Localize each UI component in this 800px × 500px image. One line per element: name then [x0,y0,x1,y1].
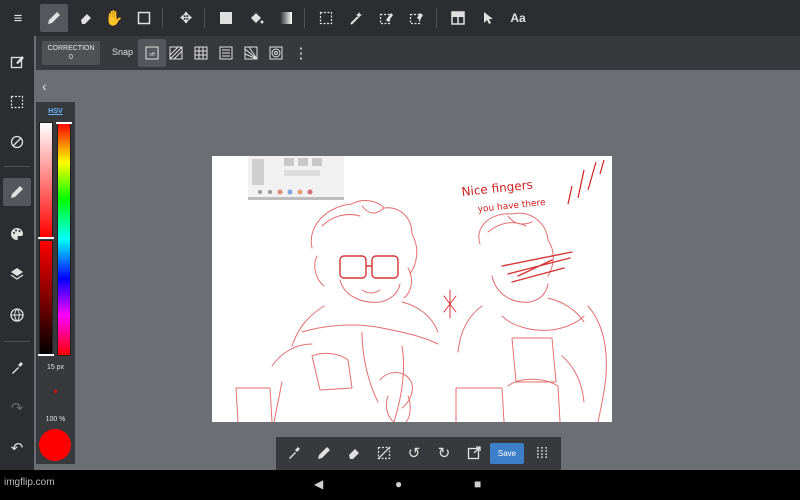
canvas-sketch: Nice fingers you have there [235,156,607,422]
snap-grid-icon[interactable] [187,39,215,67]
snap-parallel-icon[interactable] [162,39,190,67]
hue-marker [56,122,72,124]
frame-icon[interactable] [444,4,472,32]
more-options-icon[interactable]: ⋮ [287,39,315,67]
eraser-quick-icon[interactable] [340,439,368,467]
svg-text:off: off [149,52,155,58]
brush-size-label[interactable]: 15 px [36,364,75,371]
value-slider[interactable] [39,240,53,356]
saturation-marker [38,237,54,239]
system-nav-bar: ◀ ● ■ [0,470,800,500]
brush-preview-dot [54,390,57,393]
select-eraser-icon[interactable] [402,4,430,32]
redo-quick-icon[interactable]: ↻ [430,439,458,467]
materials-icon[interactable] [3,301,31,329]
bottom-toolbar: ↺ ↻ Save ⁞⁞⁞ [276,437,561,470]
undo-icon[interactable]: ↶ [3,434,31,462]
drawing-canvas[interactable]: Nice fingers you have there [212,156,612,422]
annotation-line-2: you have there [477,198,546,215]
edit-icon[interactable] [3,48,31,76]
correction-label: CORRECTION [47,45,95,52]
palette-icon[interactable] [3,220,31,248]
opacity-label[interactable]: 100 % [36,416,75,423]
eyedropper-quick-icon[interactable] [280,439,308,467]
undo-quick-icon[interactable]: ↺ [400,439,428,467]
move-icon[interactable]: ✥ [172,4,200,32]
layers-icon[interactable] [3,260,31,288]
magic-wand-icon[interactable] [342,4,370,32]
collapse-panel-icon[interactable]: ‹ [42,78,58,94]
back-nav-icon[interactable]: ◀ [314,477,323,491]
saturation-slider[interactable] [39,122,53,238]
select-pen-icon[interactable] [372,4,400,32]
hand-icon[interactable]: ✋ [100,4,128,32]
color-panel: HSV 15 px 100 % [36,102,75,464]
eyedropper-icon[interactable] [3,354,31,382]
gradient-icon[interactable] [272,4,300,32]
color-mode-label[interactable]: HSV [36,108,75,115]
snap-label: Snap [112,47,134,57]
pencil-icon[interactable] [40,4,68,32]
pen-quick-icon[interactable] [310,439,338,467]
value-marker [38,354,54,356]
left-sidebar: ↷ ↶ [0,36,34,470]
redo-icon[interactable]: ↷ [3,394,31,422]
snap-radial-icon[interactable] [237,39,265,67]
current-color-swatch[interactable] [39,429,71,461]
annotation-line-1: Nice fingers [461,178,534,199]
text-icon[interactable]: Aa [504,4,532,32]
save-button[interactable]: Save [490,443,524,464]
home-nav-icon[interactable]: ● [395,477,402,491]
filled-square-icon[interactable] [212,4,240,32]
snap-circle-icon[interactable] [262,39,290,67]
recents-nav-icon[interactable]: ■ [474,477,481,491]
correction-button[interactable]: CORRECTION 0 [42,41,100,65]
top-toolbar: ≡ ✋ ✥ Aa [0,0,800,36]
menu-icon[interactable]: ≡ [4,4,32,32]
brush-icon[interactable] [3,178,31,206]
export-icon[interactable] [460,439,488,467]
square-outline-icon[interactable] [130,4,158,32]
cursor-icon[interactable] [474,4,502,32]
watermark-text: imgflip.com [4,477,55,488]
dashed-square-icon[interactable] [312,4,340,32]
grid-menu-icon[interactable]: ⁞⁞⁞ [528,439,556,467]
paint-bucket-icon[interactable] [242,4,270,32]
deselect-icon[interactable] [370,439,398,467]
selection-icon[interactable] [3,88,31,116]
annotation-marks [567,159,605,205]
correction-value: 0 [69,54,73,61]
rotate-canvas-icon[interactable] [3,128,31,156]
eraser-icon[interactable] [72,4,100,32]
hue-slider[interactable] [57,122,71,356]
snap-horizontal-icon[interactable] [212,39,240,67]
